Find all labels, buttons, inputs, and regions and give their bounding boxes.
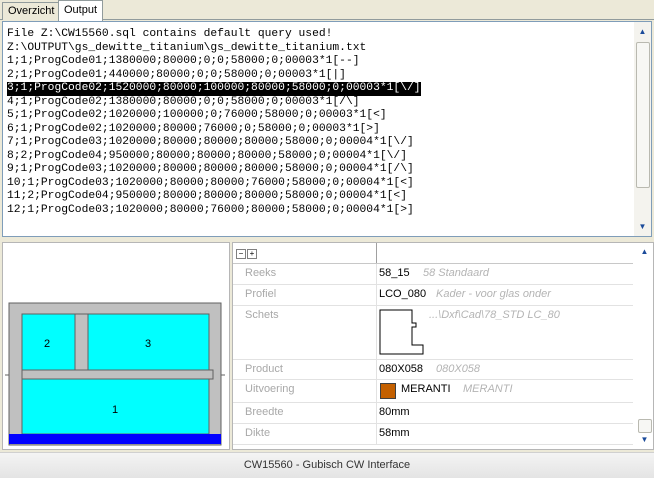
bottom-sill [9,434,221,444]
output-line[interactable]: 3;1;ProgCode02;1520000;80000;100000;8000… [7,82,421,96]
property-hint: ...\Dxf\Cad\78_STD LC_80 [429,309,560,321]
scroll-down-arrow-icon[interactable]: ▼ [636,433,653,447]
property-label: Schets [245,309,279,321]
pane-label-2: 2 [44,338,50,350]
output-line[interactable]: 1;1;ProgCode01;1380000;80000;0;0;58000;0… [7,55,421,69]
row-separator [376,306,377,359]
properties-header: − + [233,243,633,264]
output-line[interactable]: 11;2;ProgCode04;950000;80000;80000;80000… [7,190,421,204]
header-column-separator [376,243,377,263]
profile-sketch-icon [379,309,424,355]
tab-overzicht[interactable]: Overzicht [2,2,61,20]
property-row-profiel[interactable]: Profiel LCO_080 Kader - voor glas onder [233,285,633,306]
property-row-reeks[interactable]: Reeks 58_15 58 Standaard [233,264,633,285]
property-label: Dikte [245,427,271,439]
tab-output[interactable]: Output [58,0,104,21]
property-value: MERANTI [401,383,451,395]
output-line[interactable]: 12;1;ProgCode03;1020000;80000;76000;8000… [7,204,421,218]
panel-splitter[interactable] [0,237,654,240]
row-separator [376,285,377,305]
material-color-swatch [380,383,396,399]
row-separator [376,264,377,284]
output-scroll-thumb[interactable] [636,42,650,188]
property-row-schets[interactable]: Schets ...\Dxf\Cad\78_STD LC_80 [233,306,633,360]
output-line[interactable]: 9;1;ProgCode03;1020000;80000;80000;80000… [7,163,421,177]
transom [21,369,214,380]
property-label: Reeks [245,267,277,279]
pane-label-1: 1 [112,404,118,416]
window-preview-panel: 2 3 1 [2,242,230,450]
output-line[interactable]: 10;1;ProgCode03;1020000;80000;80000;7600… [7,177,421,191]
properties-grid: − + Reeks 58_15 58 Standaard Profiel LCO… [232,242,654,450]
output-line[interactable]: Z:\OUTPUT\gs_dewitte_titanium\gs_dewitte… [7,42,421,56]
output-line[interactable]: 2;1;ProgCode01;440000;80000;0;0;58000;0;… [7,69,421,83]
expand-all-icon[interactable]: + [247,249,257,259]
property-row-uitvoering[interactable]: Uitvoering MERANTI MERANTI [233,380,633,403]
property-row-breedte[interactable]: Breedte 80mm [233,403,633,424]
properties-scroll-thumb[interactable] [638,419,652,433]
output-line[interactable]: File Z:\CW15560.sql contains default que… [7,28,421,42]
output-lines: File Z:\CW15560.sql contains default que… [7,28,421,217]
mullion [74,313,89,372]
output-vertical-scrollbar[interactable]: ▲ ▼ [634,22,651,236]
scroll-down-arrow-icon[interactable]: ▼ [634,219,651,234]
output-line[interactable]: 8;2;ProgCode04;950000;80000;80000;80000;… [7,150,421,164]
output-line[interactable]: 7;1;ProgCode03;1020000;80000;80000;80000… [7,136,421,150]
scroll-up-arrow-icon[interactable]: ▲ [636,245,653,259]
pane-label-3: 3 [145,338,151,350]
selected-line-text: 3;1;ProgCode02;1520000;80000;100000;8000… [7,82,421,96]
row-separator [376,403,377,423]
tab-bar: Overzicht Output [0,0,654,21]
property-row-dikte[interactable]: Dikte 58mm [233,424,633,445]
window-drawing: 2 3 1 [5,302,225,446]
property-hint: 58 Standaard [423,267,490,279]
row-separator [376,424,377,444]
property-row-product[interactable]: Product 080X058 080X058 [233,360,633,380]
property-hint: MERANTI [463,383,513,395]
scroll-up-arrow-icon[interactable]: ▲ [634,24,651,39]
output-line[interactable]: 4;1;ProgCode02;1380000;80000;0;0;58000;0… [7,96,421,110]
properties-vertical-scrollbar[interactable]: ▲ ▼ [636,243,653,449]
property-value: 080X058 [379,363,424,375]
property-label: Product [245,363,283,375]
output-line[interactable]: 5;1;ProgCode02;1020000;100000;0;76000;58… [7,109,421,123]
property-hint: Kader - voor glas onder [436,288,551,300]
property-label: Profiel [245,288,277,300]
property-value: 58_15 [379,267,410,279]
property-label: Uitvoering [245,383,295,395]
row-separator [376,360,377,379]
output-line[interactable]: 6;1;ProgCode02;1020000;80000;76000;0;580… [7,123,421,137]
property-value: 80mm [379,406,410,418]
property-label: Breedte [245,406,284,418]
collapse-all-icon[interactable]: − [236,249,246,259]
property-value: LCO_080 [379,288,427,300]
status-bar: CW15560 - Gubisch CW Interface [0,452,654,478]
app-title: CW15560 - Gubisch CW Interface [243,459,411,471]
property-value: 58mm [379,427,410,439]
output-text-area[interactable]: File Z:\CW15560.sql contains default que… [2,21,652,237]
row-separator [376,380,377,402]
property-hint: 080X058 [436,363,481,375]
